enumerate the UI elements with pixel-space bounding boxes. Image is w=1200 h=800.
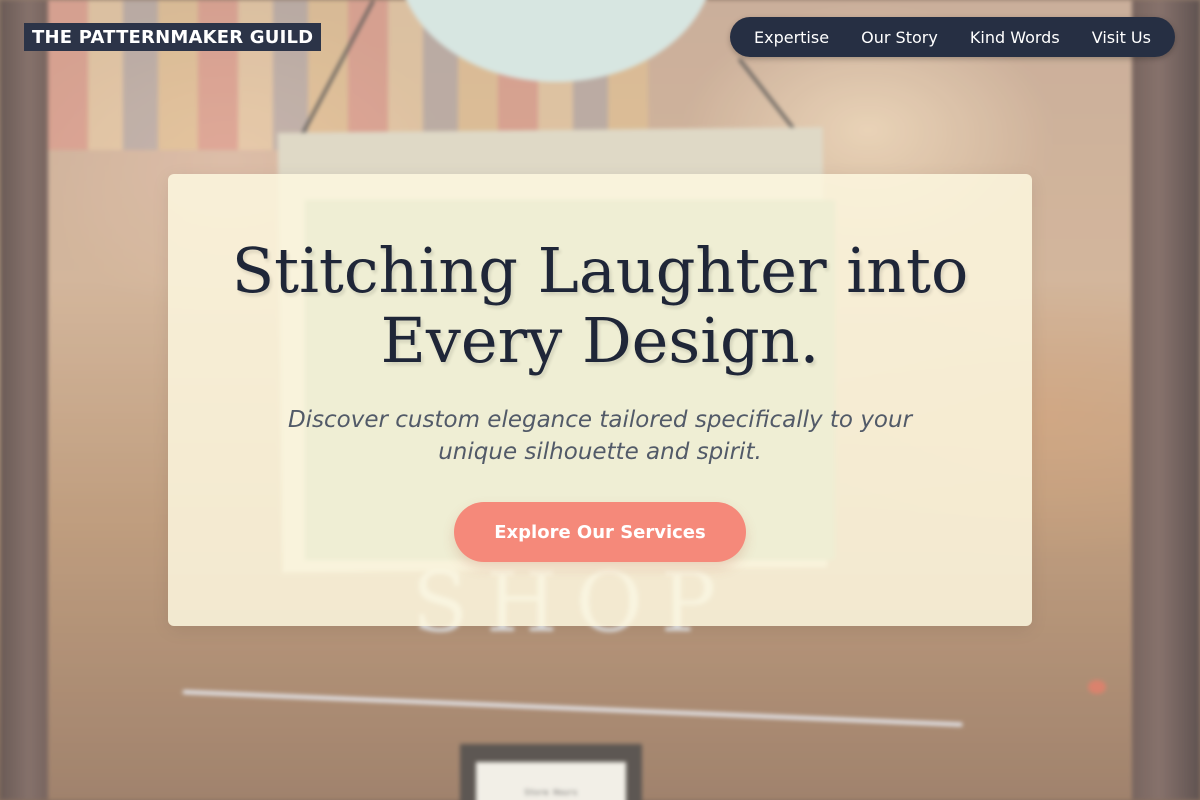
brand-name: THE PATTERNMAKER GUILD	[32, 26, 314, 48]
page: SHOP Store Hours THE PATTERNMAKER GUILD …	[0, 0, 1200, 800]
nav-link-kind-words[interactable]: Kind Words	[970, 28, 1060, 47]
nav-link-our-story[interactable]: Our Story	[861, 28, 938, 47]
nav-link-expertise[interactable]: Expertise	[754, 28, 829, 47]
explore-services-button[interactable]: Explore Our Services	[454, 502, 746, 562]
nav-link-visit-us[interactable]: Visit Us	[1092, 28, 1151, 47]
hero-card: Stitching Laughter into Every Design. Di…	[168, 174, 1032, 626]
main-nav: Expertise Our Story Kind Words Visit Us	[730, 17, 1175, 57]
hero-title-line-1: Stitching Laughter into	[231, 234, 969, 307]
hero-subtitle: Discover custom elegance tailored specif…	[287, 407, 913, 465]
hero-title-line-2: Every Design.	[380, 304, 820, 377]
brand-logo[interactable]: THE PATTERNMAKER GUILD	[24, 23, 322, 51]
hero-title: Stitching Laughter into Every Design.	[168, 236, 1032, 376]
